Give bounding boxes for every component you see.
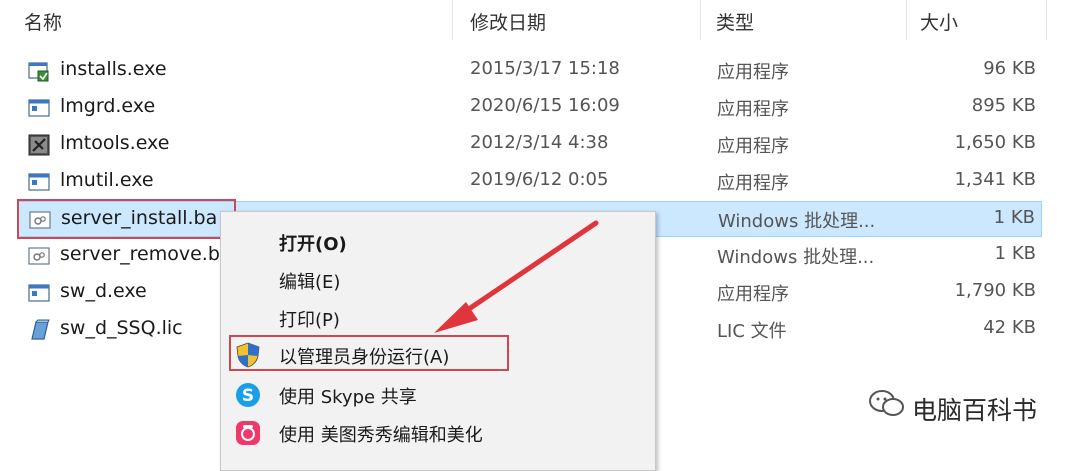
wechat-icon xyxy=(869,390,904,416)
watermark-text: 电脑百科书 xyxy=(912,396,1038,425)
annotation-arrow xyxy=(434,220,599,333)
watermark: 电脑百科书 xyxy=(868,388,1037,428)
